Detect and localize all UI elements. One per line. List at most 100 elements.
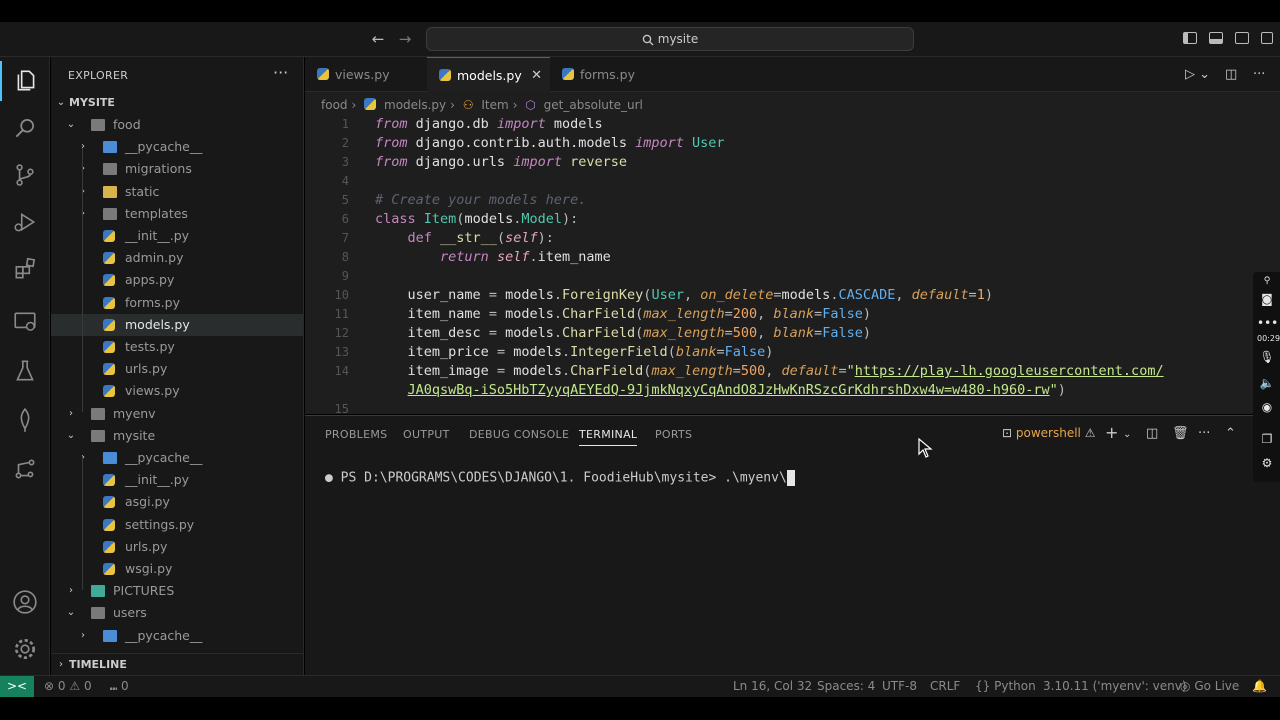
tab-models-py[interactable]: models.py ✕: [427, 57, 550, 92]
tree-item[interactable]: › __pycache__: [51, 625, 303, 647]
speaker-icon[interactable]: 🔈: [1257, 376, 1277, 390]
breadcrumb-item[interactable]: food: [321, 98, 348, 112]
window-icon[interactable]: ❐: [1257, 432, 1277, 446]
tree-item[interactable]: forms.py: [51, 292, 303, 314]
tab-terminal[interactable]: TERMINAL: [579, 428, 638, 446]
tree-item[interactable]: ⌄ mysite: [51, 425, 303, 447]
webcam-icon[interactable]: ◉: [1257, 400, 1277, 414]
breadcrumb-item[interactable]: Item: [481, 98, 508, 112]
tree-item[interactable]: wsgi.py: [51, 558, 303, 580]
breadcrumb-item[interactable]: models.py: [384, 98, 446, 112]
chevron-up-icon[interactable]: ⌃: [1225, 426, 1236, 441]
settings-gear-icon[interactable]: [0, 629, 50, 669]
split-editor-icon[interactable]: ◫: [1225, 67, 1237, 82]
tree-item[interactable]: models.py: [51, 313, 303, 336]
tree-item[interactable]: __init__.py: [51, 225, 303, 247]
pin-icon[interactable]: ⚲: [1257, 276, 1277, 286]
mongodb-leaf-icon[interactable]: [0, 400, 50, 440]
run-debug-icon[interactable]: [0, 202, 50, 242]
toggle-secondary-sidebar-icon[interactable]: [1235, 32, 1249, 44]
arrow-right-icon[interactable]: →: [396, 30, 414, 48]
extensions-icon[interactable]: [0, 249, 50, 289]
go-live-button[interactable]: ◎ Go Live: [1180, 676, 1239, 697]
tab-output[interactable]: OUTPUT: [403, 428, 450, 441]
more-actions-icon[interactable]: ···: [273, 63, 288, 82]
split-terminal-icon[interactable]: ◫: [1146, 426, 1158, 441]
tree-item[interactable]: › migrations: [51, 158, 303, 180]
code-line: 13 item_price = models.IntegerField(blan…: [334, 344, 774, 360]
tab-ports[interactable]: PORTS: [655, 428, 692, 441]
source-control-icon[interactable]: [0, 155, 50, 195]
tree-item[interactable]: › myenv: [51, 403, 303, 425]
tree-item-label: urls.py: [125, 361, 168, 377]
tree-item[interactable]: __init__.py: [51, 469, 303, 491]
tab-problems[interactable]: PROBLEMS: [325, 428, 387, 441]
remote-explorer-icon[interactable]: [0, 302, 50, 342]
tree-item[interactable]: › templates: [51, 203, 303, 225]
git-graph-icon[interactable]: [0, 449, 50, 489]
settings-gear-icon[interactable]: ⚙: [1257, 456, 1277, 470]
tree-item[interactable]: ⌄ food: [51, 114, 303, 136]
toggle-panel-icon[interactable]: [1209, 32, 1223, 44]
python-file-icon: [317, 68, 329, 80]
more-options-icon[interactable]: •••: [1257, 316, 1278, 330]
tree-item[interactable]: urls.py: [51, 358, 303, 380]
tree-item[interactable]: admin.py: [51, 247, 303, 269]
trash-icon[interactable]: 🗑: [1172, 426, 1189, 441]
run-file-icon[interactable]: ▷ ⌄: [1185, 67, 1210, 82]
microphone-icon[interactable]: 🎙: [1257, 350, 1277, 364]
indentation[interactable]: Spaces: 4: [817, 676, 875, 697]
tree-item-label: urls.py: [125, 538, 168, 554]
testing-flask-icon[interactable]: [0, 351, 50, 391]
arrow-left-icon[interactable]: ←: [369, 30, 387, 48]
tab-debug-console[interactable]: DEBUG CONSOLE: [469, 428, 569, 441]
tab-forms-py[interactable]: forms.py: [550, 57, 670, 92]
explorer-icon[interactable]: [0, 61, 50, 101]
code-line: 2 from django.contrib.auth.models import …: [341, 135, 725, 151]
indent-guide: [82, 458, 83, 590]
breadcrumb-item[interactable]: get_absolute_url: [544, 98, 643, 112]
customize-layout-icon[interactable]: [1261, 32, 1273, 44]
cursor-position[interactable]: Ln 16, Col 32: [733, 676, 812, 697]
search-icon[interactable]: [0, 108, 50, 148]
tree-item[interactable]: asgi.py: [51, 491, 303, 513]
notifications-bell-icon[interactable]: 🔔: [1252, 676, 1267, 697]
tree-item[interactable]: › __pycache__: [51, 136, 303, 158]
account-icon[interactable]: [0, 582, 50, 622]
problems-indicator[interactable]: ⊗ 0 ⚠ 0: [44, 676, 92, 697]
terminal-icon: ⊡: [1002, 426, 1013, 440]
chevron-down-icon: ⌄: [56, 97, 66, 108]
code-line: 3 from django.urls import reverse: [341, 154, 628, 170]
new-terminal-icon[interactable]: +: [1105, 423, 1118, 442]
chevron-right-icon: ›: [81, 629, 85, 641]
timeline-section[interactable]: › TIMELINE: [51, 653, 303, 675]
folder-icon: [103, 207, 117, 220]
python-interpreter[interactable]: 3.10.11 ('myenv': venv): [1043, 676, 1187, 697]
encoding[interactable]: UTF-8: [882, 676, 917, 697]
tree-item[interactable]: ⌄ users: [51, 602, 303, 624]
more-actions-icon[interactable]: ···: [1253, 67, 1265, 82]
camera-icon[interactable]: ◙: [1257, 292, 1277, 306]
tree-item[interactable]: › PICTURES: [51, 580, 303, 602]
tree-item[interactable]: views.py: [51, 380, 303, 402]
tree-item[interactable]: tests.py: [51, 336, 303, 358]
remote-indicator[interactable]: ><: [0, 676, 34, 697]
command-center-search[interactable]: mysite: [426, 27, 914, 51]
chevron-down-icon[interactable]: ⌄: [1123, 429, 1131, 440]
tree-item[interactable]: urls.py: [51, 536, 303, 558]
tree-item[interactable]: apps.py: [51, 269, 303, 291]
tree-item[interactable]: › __pycache__: [51, 447, 303, 469]
toggle-primary-sidebar-icon[interactable]: [1183, 32, 1197, 44]
end-of-line[interactable]: CRLF: [930, 676, 960, 697]
terminal-shell-selector[interactable]: ⊡ powershell ⚠: [1002, 426, 1095, 440]
ports-indicator[interactable]: ⑉ 0: [110, 676, 129, 697]
language-mode[interactable]: {} Python: [975, 676, 1036, 697]
tree-item-label: admin.py: [125, 250, 184, 266]
more-actions-icon[interactable]: ···: [1198, 426, 1210, 441]
tree-root-mysite[interactable]: ⌄ MYSITE: [51, 92, 303, 114]
close-icon[interactable]: ✕: [531, 58, 542, 93]
tree-item[interactable]: settings.py: [51, 514, 303, 536]
tab-views-py[interactable]: views.py: [305, 57, 427, 92]
terminal-line[interactable]: ● PS D:\PROGRAMS\CODES\DJANGO\1. FoodieH…: [325, 470, 795, 486]
tree-item[interactable]: › static: [51, 181, 303, 203]
